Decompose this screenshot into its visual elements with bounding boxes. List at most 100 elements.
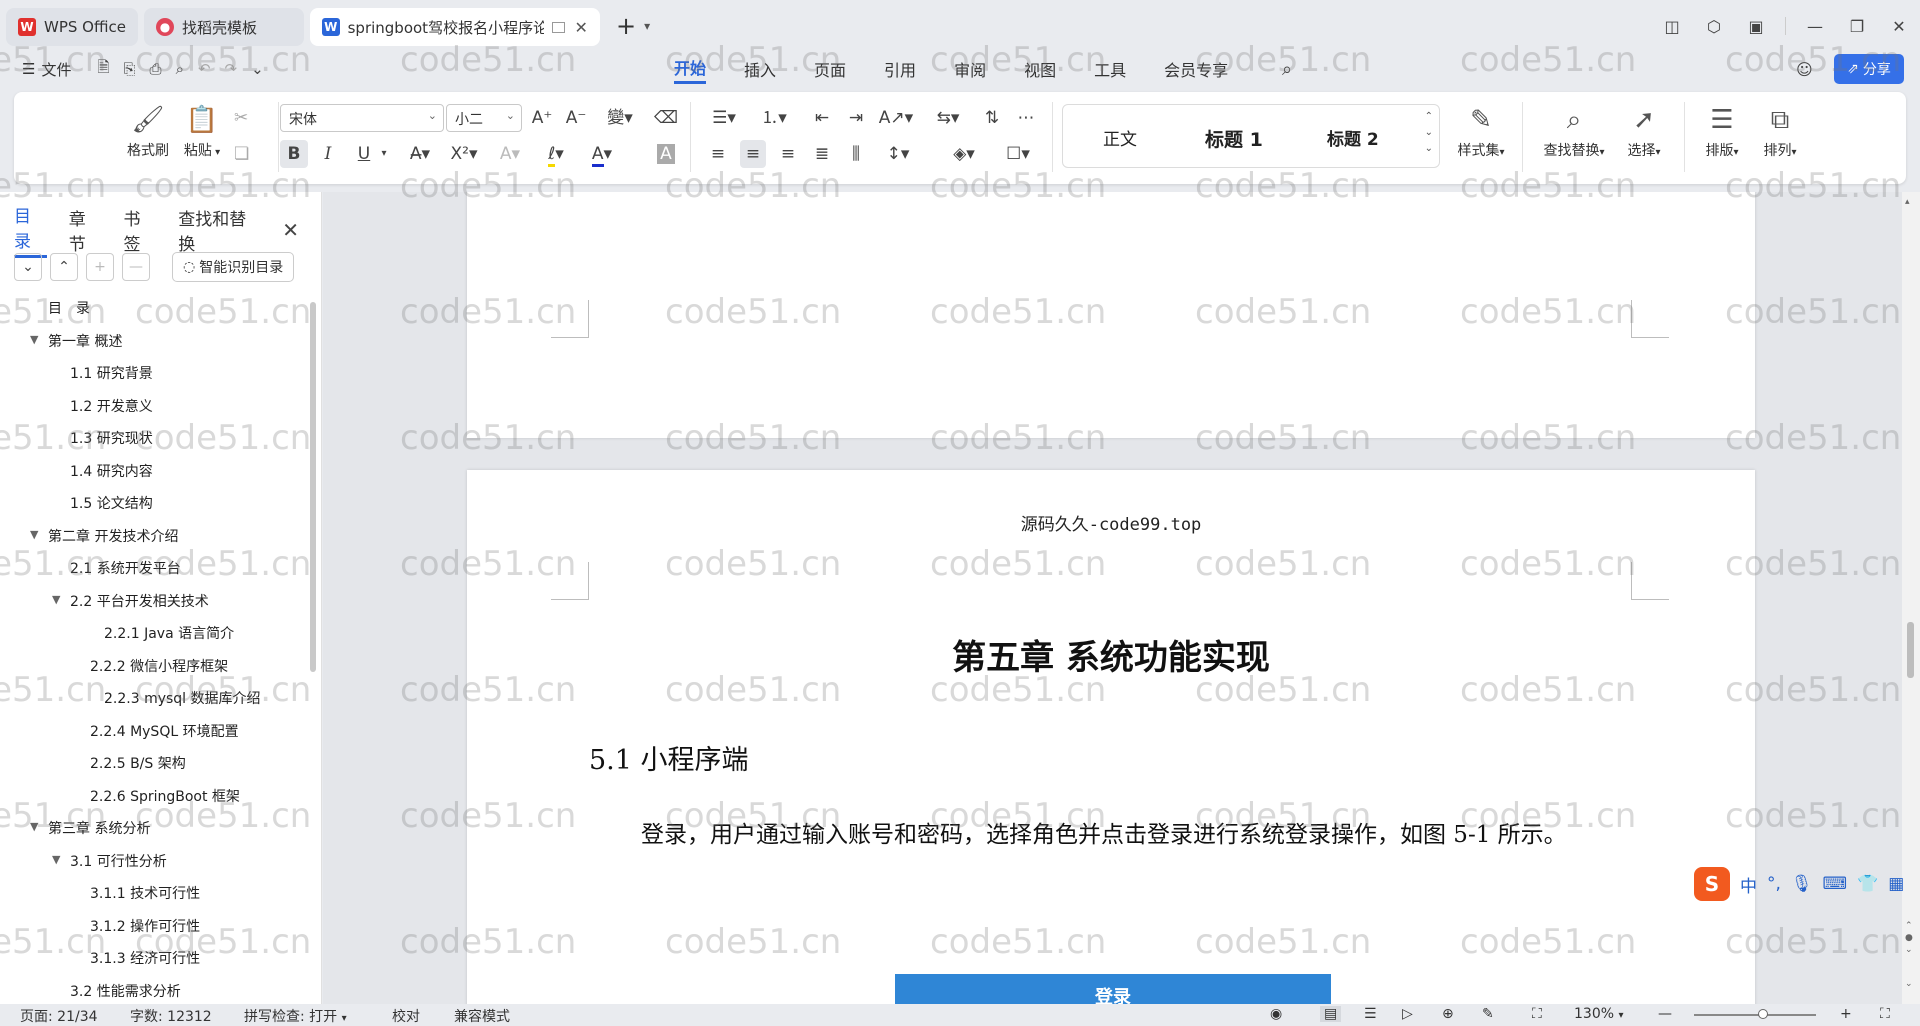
expand-arrow-icon[interactable]: ▼ [30, 333, 38, 346]
tab-home[interactable]: 开始 [674, 55, 707, 84]
text-direction-icon[interactable]: A↗▾ [878, 104, 914, 132]
strikethrough-icon[interactable]: A̶▾ [402, 140, 438, 168]
toc-item[interactable]: 2.2.3 mysql 数据库介绍 [104, 688, 261, 708]
superscript-icon[interactable]: X²▾ [446, 140, 482, 168]
expand-down-icon[interactable]: ⌄ [14, 253, 42, 281]
arrange-button[interactable]: ⧉ 排列▾ [1752, 100, 1808, 160]
justify-icon[interactable]: ≣ [810, 140, 834, 168]
tab-view[interactable]: 视图 [1024, 57, 1056, 81]
toc-item[interactable]: 1.5 论文结构 [70, 493, 153, 513]
fit-page-icon[interactable]: ⛶ [1532, 1006, 1542, 1022]
save-icon[interactable]: 🗎 [97, 57, 109, 82]
swap-icon[interactable]: ⇆▾ [930, 104, 966, 132]
keyboard-icon[interactable]: ⌨ [1823, 874, 1848, 894]
skin-icon[interactable]: 👕 [1857, 874, 1878, 894]
toc-item[interactable]: 1.2 开发意义 [70, 396, 153, 416]
web-view-icon[interactable]: ⊕ [1442, 1006, 1454, 1022]
toc-item[interactable]: 1.1 研究背景 [70, 363, 153, 383]
copy-icon[interactable]: ❏ [234, 140, 249, 168]
zoom-level[interactable]: 130% ▾ [1574, 1006, 1624, 1022]
zoom-out-icon[interactable]: — [1658, 1006, 1672, 1022]
toc-item[interactable]: 2.2.2 微信小程序框架 [90, 656, 228, 676]
tab-tools[interactable]: 工具 [1094, 57, 1126, 81]
layout-icon[interactable]: ◫ [1651, 17, 1693, 36]
tab-bookmarks[interactable]: 书签 [124, 205, 157, 255]
find-replace-button[interactable]: ⌕ 查找替换▾ [1534, 100, 1614, 160]
close-window-icon[interactable]: ✕ [1878, 17, 1920, 36]
toc-item[interactable]: 2.2.6 SpringBoot 框架 [90, 786, 240, 806]
file-menu[interactable]: ☰ 文件 [22, 59, 71, 80]
export-icon[interactable]: ⎘ [124, 60, 136, 78]
search-icon[interactable]: ⌕ [1282, 59, 1292, 80]
restore-icon[interactable]: ❐ [1836, 17, 1878, 36]
expand-arrow-icon[interactable]: ▼ [52, 593, 60, 606]
toolbox-icon[interactable]: ▦ [1888, 874, 1904, 894]
sort-icon[interactable]: ⇅ [980, 104, 1004, 132]
page-indicator[interactable]: 页面: 21/34 [20, 1006, 98, 1026]
toc-item[interactable]: 3.1.1 技术可行性 [90, 883, 200, 903]
zoom-in-icon[interactable]: + [1840, 1006, 1852, 1022]
tab-insert[interactable]: 插入 [744, 57, 776, 81]
toc-item[interactable]: ▼ 2.2 平台开发相关技术 [52, 591, 209, 611]
plus-icon[interactable]: + [86, 253, 114, 281]
word-count[interactable]: 字数: 12312 [130, 1006, 212, 1026]
prev-page-icon[interactable]: ⌃ ● ⌄ [1905, 920, 1913, 956]
tab-page[interactable]: 页面 [814, 57, 846, 81]
tab-chapters[interactable]: 章节 [69, 205, 102, 255]
page-view-icon[interactable]: ▤ [1320, 1006, 1342, 1022]
align-center-icon[interactable]: ≡ [740, 140, 766, 168]
spell-check[interactable]: 拼写检查: 打开 ▾ [244, 1006, 347, 1026]
zoom-slider[interactable] [1694, 1014, 1816, 1016]
smart-toc-button[interactable]: ◌ 智能识别目录 [172, 252, 295, 282]
highlight-icon[interactable]: ℓ▾ [538, 140, 574, 168]
print-preview-icon[interactable]: ⌕ [176, 60, 184, 78]
next-page-icon[interactable]: ⌄ [1905, 978, 1913, 990]
collapse-up-icon[interactable]: ⌃ [50, 253, 78, 281]
italic-button[interactable]: I [316, 140, 340, 168]
toc-item[interactable]: 2.2.4 MySQL 环境配置 [90, 721, 239, 741]
toc-item[interactable]: 3.1.2 操作可行性 [90, 916, 200, 936]
tab-review[interactable]: 审阅 [954, 57, 986, 81]
toc-item[interactable]: 1.3 研究现状 [70, 428, 153, 448]
window-mode-icon[interactable] [551, 21, 565, 33]
increase-indent-icon[interactable]: ⇥ [844, 104, 868, 132]
outline-view-icon[interactable]: ☰ [1364, 1006, 1377, 1022]
toc-item[interactable]: ▼ 第三章 系统分析 [30, 818, 150, 838]
bold-button[interactable]: B [280, 140, 308, 168]
style-normal[interactable]: 正文 [1103, 125, 1137, 150]
line-spacing-icon[interactable]: ↕▾ [880, 140, 916, 168]
zoom-slider-handle[interactable] [1758, 1009, 1768, 1019]
chevron-down-icon[interactable]: ▾ [378, 140, 390, 168]
toc-item[interactable]: ▼ 第一章 概述 [30, 331, 122, 351]
share-button[interactable]: ⇗ 分享 [1834, 54, 1904, 84]
avatar[interactable]: ▣ [1735, 17, 1777, 36]
distributed-icon[interactable]: ⫼ [844, 140, 868, 168]
tab-wps-office[interactable]: W WPS Office [6, 8, 138, 46]
tab-references[interactable]: 引用 [884, 57, 916, 81]
ime-language[interactable]: 中 [1740, 872, 1757, 897]
bullet-list-icon[interactable]: ☰▾ [706, 104, 742, 132]
font-name-select[interactable]: 宋体 ⌄ [280, 104, 444, 132]
redo-icon[interactable]: ↷ [225, 60, 238, 78]
style-heading-1[interactable]: 标题 1 [1205, 125, 1263, 152]
numbered-list-icon[interactable]: ⒈▾ [756, 104, 792, 132]
chat-icon[interactable]: ☺ [1796, 60, 1813, 79]
layout-button[interactable]: ☰ 排版▾ [1694, 100, 1750, 160]
char-shading-icon[interactable]: A [654, 140, 678, 168]
grow-font-icon[interactable]: A⁺ [530, 104, 554, 132]
text-effect-icon[interactable]: A▾ [492, 140, 528, 168]
toc-item[interactable]: 3.1.3 经济可行性 [90, 948, 200, 968]
expand-arrow-icon[interactable]: ▼ [52, 853, 60, 866]
tab-member[interactable]: 会员专享 [1164, 57, 1228, 81]
style-set-button[interactable]: ✎ 样式集▾ [1446, 100, 1516, 160]
punctuation-icon[interactable]: °, [1767, 874, 1781, 894]
minus-icon[interactable]: — [122, 253, 150, 281]
microphone-icon[interactable]: 🎙 [1791, 874, 1813, 894]
tab-find-replace[interactable]: 查找和替换 [178, 205, 260, 255]
toc-item[interactable]: ▼ 3.1 可行性分析 [52, 851, 167, 871]
align-right-icon[interactable]: ≡ [776, 140, 800, 168]
proofread[interactable]: 校对 [392, 1006, 420, 1026]
panel-scrollbar[interactable] [310, 302, 316, 672]
styles-scroll-icon[interactable]: ⌃ ⌄ ⌄ [1425, 109, 1433, 157]
font-size-select[interactable]: 小二 ⌄ [446, 104, 522, 132]
